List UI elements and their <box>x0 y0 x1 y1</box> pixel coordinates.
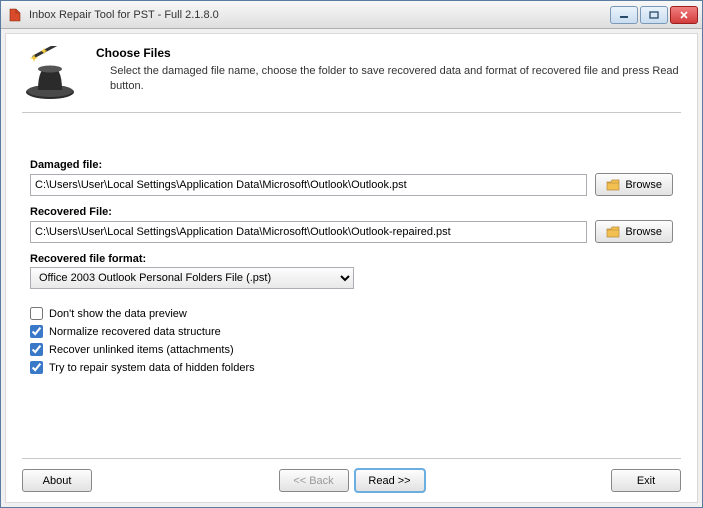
format-label: Recovered file format: <box>30 253 673 265</box>
wizard-header: Choose Files Select the damaged file nam… <box>22 46 681 112</box>
page-description: Select the damaged file name, choose the… <box>96 64 681 94</box>
maximize-button[interactable] <box>640 6 668 24</box>
window-controls <box>610 6 698 24</box>
content-panel: Choose Files Select the damaged file nam… <box>5 33 698 503</box>
checkbox-hidden[interactable]: Try to repair system data of hidden fold… <box>30 361 673 374</box>
options-group: Don't show the data preview Normalize re… <box>30 307 673 374</box>
checkbox-unlinked-input[interactable] <box>30 343 43 356</box>
read-button[interactable]: Read >> <box>355 469 425 492</box>
back-button[interactable]: << Back <box>279 469 349 492</box>
footer: About << Back Read >> Exit <box>22 458 681 492</box>
checkbox-preview-label: Don't show the data preview <box>49 308 187 320</box>
checkbox-unlinked-label: Recover unlinked items (attachments) <box>49 344 234 356</box>
recovered-file-input[interactable] <box>30 221 587 243</box>
browse-damaged-button[interactable]: Browse <box>595 173 673 196</box>
checkbox-hidden-input[interactable] <box>30 361 43 374</box>
header-divider <box>22 112 681 113</box>
close-button[interactable] <box>670 6 698 24</box>
checkbox-normalize-input[interactable] <box>30 325 43 338</box>
checkbox-normalize[interactable]: Normalize recovered data structure <box>30 325 673 338</box>
folder-icon <box>606 179 620 191</box>
titlebar: Inbox Repair Tool for PST - Full 2.1.8.0 <box>1 1 702 29</box>
checkbox-preview-input[interactable] <box>30 307 43 320</box>
window-title: Inbox Repair Tool for PST - Full 2.1.8.0 <box>29 9 610 21</box>
browse-recovered-button[interactable]: Browse <box>595 220 673 243</box>
checkbox-unlinked[interactable]: Recover unlinked items (attachments) <box>30 343 673 356</box>
format-select[interactable]: Office 2003 Outlook Personal Folders Fil… <box>30 267 354 289</box>
exit-button[interactable]: Exit <box>611 469 681 492</box>
wizard-hat-icon <box>22 46 78 102</box>
app-icon <box>7 7 23 23</box>
checkbox-hidden-label: Try to repair system data of hidden fold… <box>49 362 255 374</box>
browse-label: Browse <box>625 179 662 191</box>
damaged-file-label: Damaged file: <box>30 159 673 171</box>
browse-label: Browse <box>625 226 662 238</box>
folder-icon <box>606 226 620 238</box>
checkbox-preview[interactable]: Don't show the data preview <box>30 307 673 320</box>
app-window: Inbox Repair Tool for PST - Full 2.1.8.0 <box>0 0 703 508</box>
checkbox-normalize-label: Normalize recovered data structure <box>49 326 221 338</box>
about-button[interactable]: About <box>22 469 92 492</box>
form-area: Damaged file: Browse Recovered File: <box>22 159 681 379</box>
minimize-button[interactable] <box>610 6 638 24</box>
damaged-file-input[interactable] <box>30 174 587 196</box>
page-title: Choose Files <box>96 46 681 60</box>
recovered-file-label: Recovered File: <box>30 206 673 218</box>
